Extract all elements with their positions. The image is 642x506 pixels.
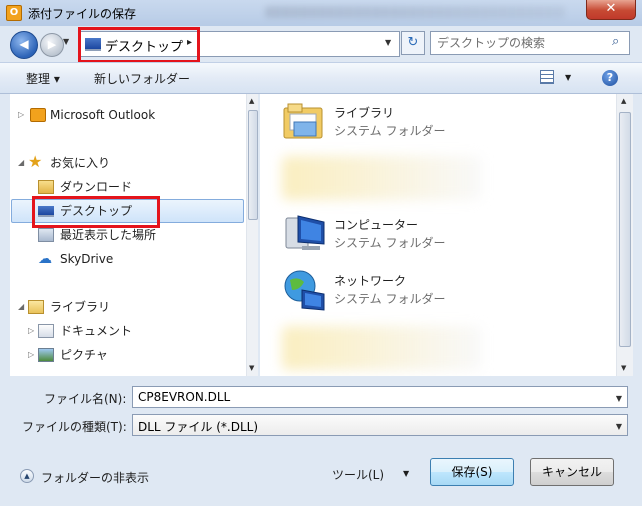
nav-pane-scrollbar[interactable]: ▲ ▼ bbox=[246, 94, 258, 376]
recent-places-icon bbox=[38, 228, 54, 242]
organize-button[interactable]: 整理 ▾ bbox=[26, 70, 60, 87]
history-dropdown-icon[interactable]: ▼ bbox=[63, 37, 69, 46]
content-item-type: システム フォルダー bbox=[334, 236, 446, 250]
file-type-label: ファイルの種類(T): bbox=[22, 420, 127, 434]
view-dropdown-icon[interactable]: ▼ bbox=[565, 73, 571, 82]
breadcrumb-chevron-icon[interactable]: ▸ bbox=[187, 37, 192, 48]
scroll-up-icon[interactable]: ▲ bbox=[621, 97, 626, 105]
address-bar[interactable]: デスクトップ ▸ ▼ bbox=[78, 31, 400, 57]
downloads-folder-icon bbox=[38, 180, 54, 194]
file-name-field[interactable]: CP8EVRON.DLL ▼ bbox=[132, 386, 628, 408]
nav-item-label: ドキュメント bbox=[60, 324, 133, 338]
scroll-down-icon[interactable]: ▼ bbox=[249, 364, 254, 372]
network-globe-icon bbox=[284, 270, 325, 311]
scroll-up-icon[interactable]: ▲ bbox=[249, 97, 254, 105]
nav-item-label: ピクチャ bbox=[60, 348, 108, 362]
file-name-dropdown-icon[interactable]: ▼ bbox=[616, 394, 622, 403]
outlook-icon bbox=[30, 108, 46, 122]
cancel-button[interactable]: キャンセル bbox=[530, 458, 614, 486]
file-type-select[interactable]: DLL ファイル (*.DLL) ▼ bbox=[132, 414, 628, 436]
nav-item-documents[interactable]: ▷ ドキュメント bbox=[10, 320, 240, 342]
search-icon[interactable]: ⌕ bbox=[612, 34, 619, 49]
desktop-icon bbox=[85, 38, 101, 51]
toolbar: 整理 ▾ 新しいフォルダー ▼ ? bbox=[0, 62, 642, 94]
blurred-content-item bbox=[282, 326, 482, 370]
nav-item-outlook[interactable]: ▷ Microsoft Outlook bbox=[10, 104, 240, 126]
search-input[interactable] bbox=[437, 34, 605, 52]
forward-button[interactable]: ▶ bbox=[40, 33, 64, 57]
content-item-name: ライブラリ bbox=[334, 106, 395, 120]
scroll-down-icon[interactable]: ▼ bbox=[621, 364, 626, 372]
collapse-arrow-icon[interactable]: ◢ bbox=[18, 296, 24, 318]
nav-item-skydrive[interactable]: ☁ SkyDrive bbox=[10, 248, 240, 270]
desktop-icon bbox=[38, 206, 54, 217]
scrollbar-thumb[interactable] bbox=[248, 110, 258, 220]
content-item-name: ネットワーク bbox=[334, 274, 407, 288]
window-title: 添付ファイルの保存 bbox=[28, 7, 137, 21]
outlook-icon: O bbox=[6, 5, 22, 21]
title-bar: O 添付ファイルの保存 ✕ bbox=[0, 0, 642, 26]
documents-icon bbox=[38, 324, 54, 338]
nav-item-label: SkyDrive bbox=[60, 252, 114, 266]
skydrive-cloud-icon: ☁ bbox=[38, 251, 52, 267]
breadcrumb-desktop[interactable]: デスクトップ bbox=[105, 36, 183, 55]
search-box[interactable]: ⌕ bbox=[430, 31, 630, 55]
nav-item-label: Microsoft Outlook bbox=[50, 108, 156, 122]
nav-item-favorites[interactable]: ◢ ★ お気に入り bbox=[10, 152, 240, 174]
collapse-arrow-icon[interactable]: ◢ bbox=[18, 152, 24, 174]
pictures-icon bbox=[38, 348, 54, 362]
refresh-button[interactable]: ↻ bbox=[401, 31, 425, 55]
file-type-value[interactable]: DLL ファイル (*.DLL) bbox=[138, 418, 258, 435]
address-dropdown-icon[interactable]: ▼ bbox=[385, 38, 391, 47]
star-icon: ★ bbox=[28, 152, 43, 171]
file-list-pane: ライブラリ システム フォルダー コンピューター システム フォルダー ネットワ… bbox=[260, 94, 630, 376]
file-list-scrollbar[interactable]: ▲ ▼ bbox=[616, 94, 633, 376]
nav-item-label: ダウンロード bbox=[60, 180, 133, 194]
tools-dropdown-icon[interactable]: ▼ bbox=[403, 469, 409, 478]
nav-item-recent-places[interactable]: 最近表示した場所 bbox=[10, 224, 240, 246]
file-name-label: ファイル名(N): bbox=[44, 392, 127, 406]
back-button[interactable]: ◀ bbox=[10, 31, 38, 59]
nav-item-label: 最近表示した場所 bbox=[60, 228, 157, 242]
nav-item-label: デスクトップ bbox=[60, 204, 133, 218]
content-item-libraries[interactable]: ライブラリ システム フォルダー bbox=[282, 100, 582, 150]
nav-item-pictures[interactable]: ▷ ピクチャ bbox=[10, 344, 240, 366]
libraries-icon bbox=[28, 300, 44, 314]
save-button[interactable]: 保存(S) bbox=[430, 458, 514, 486]
content-item-network[interactable]: ネットワーク システム フォルダー bbox=[282, 268, 582, 318]
collapse-chevron-icon: ▲ bbox=[20, 469, 34, 483]
blurred-content-item bbox=[282, 156, 482, 200]
content-item-type: システム フォルダー bbox=[334, 124, 446, 138]
file-type-dropdown-icon[interactable]: ▼ bbox=[616, 422, 622, 431]
content-item-type: システム フォルダー bbox=[334, 292, 446, 306]
new-folder-button[interactable]: 新しいフォルダー bbox=[94, 70, 190, 87]
nav-item-label: ライブラリ bbox=[50, 300, 111, 314]
expand-arrow-icon[interactable]: ▷ bbox=[28, 320, 34, 342]
file-name-value[interactable]: CP8EVRON.DLL bbox=[138, 390, 230, 404]
close-button[interactable]: ✕ bbox=[586, 0, 636, 20]
blurred-title-region bbox=[265, 6, 565, 18]
view-options-icon[interactable] bbox=[540, 70, 554, 84]
help-icon[interactable]: ? bbox=[602, 70, 618, 86]
hide-folders-label: フォルダーの非表示 bbox=[41, 471, 150, 485]
content-item-computer[interactable]: コンピューター システム フォルダー bbox=[282, 212, 582, 262]
libraries-icon bbox=[283, 103, 323, 139]
expand-arrow-icon[interactable]: ▷ bbox=[18, 104, 24, 126]
content-item-name: コンピューター bbox=[334, 218, 419, 232]
navigation-pane: ▷ Microsoft Outlook ◢ ★ お気に入り ダウンロード デスク… bbox=[10, 94, 258, 376]
nav-item-label: お気に入り bbox=[50, 156, 111, 170]
nav-item-desktop[interactable]: デスクトップ bbox=[10, 200, 240, 222]
nav-item-libraries[interactable]: ◢ ライブラリ bbox=[10, 296, 240, 318]
nav-item-downloads[interactable]: ダウンロード bbox=[10, 176, 240, 198]
scrollbar-thumb[interactable] bbox=[619, 112, 631, 347]
computer-icon bbox=[285, 215, 325, 250]
expand-arrow-icon[interactable]: ▷ bbox=[28, 344, 34, 366]
tools-menu-button[interactable]: ツール(L) bbox=[332, 466, 384, 483]
